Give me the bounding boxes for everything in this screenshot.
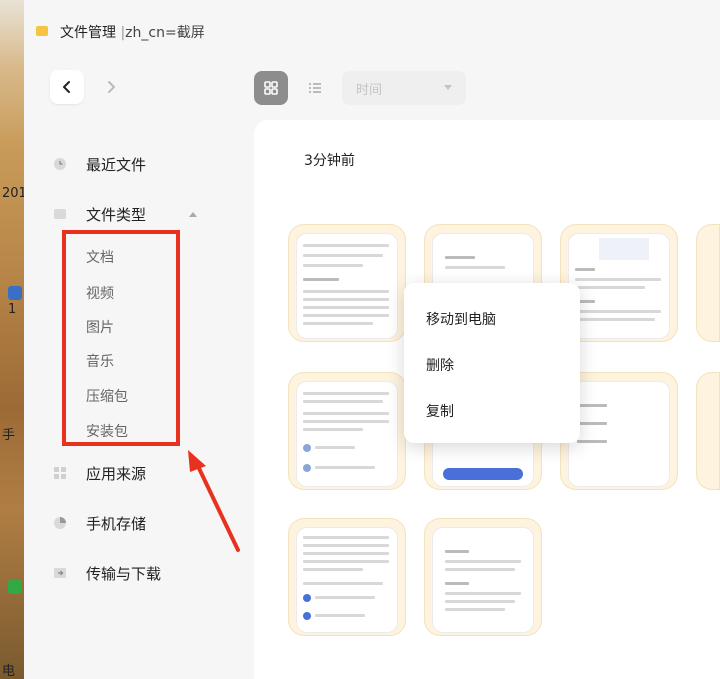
watermark-logo: 值 么值得买 (630, 632, 720, 673)
svg-text:么值得买: 么值得买 (654, 641, 710, 660)
svg-text:值: 值 (630, 640, 650, 661)
annotation-arrow (188, 450, 240, 552)
